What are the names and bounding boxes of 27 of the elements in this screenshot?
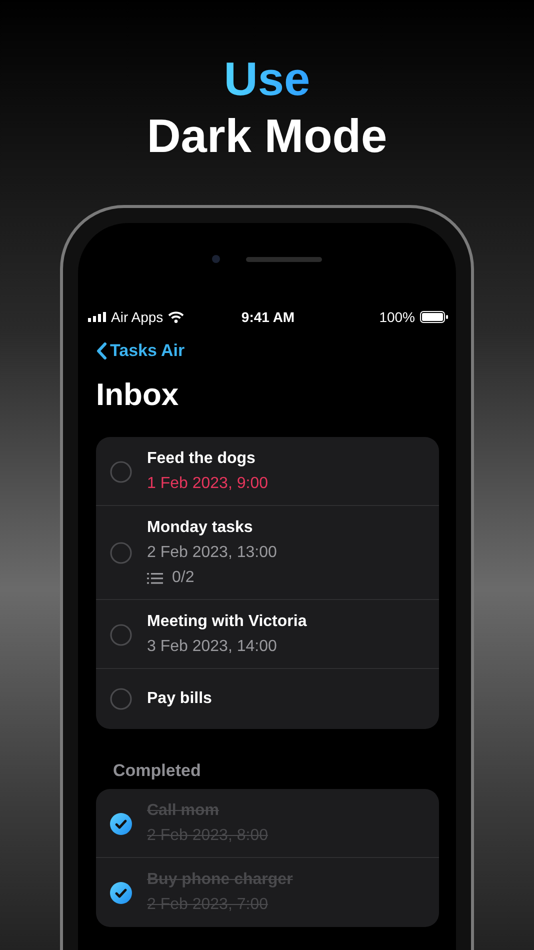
wifi-icon [168,311,184,323]
carrier-name: Air Apps [111,309,164,325]
task-due-date: 2 Feb 2023, 13:00 [147,544,277,562]
page-title: Inbox [96,376,180,414]
headline-title: Dark Mode [146,108,388,164]
back-button[interactable]: Tasks Air [96,341,185,361]
task-title: Pay bills [147,690,212,708]
status-time: 9:41 AM [241,309,295,325]
task-title: Feed the dogs [147,450,256,468]
signal-icon [88,312,106,322]
task-checkbox[interactable] [110,460,132,482]
task-checkbox[interactable] [110,688,132,710]
checklist-count: 0/2 [172,569,194,587]
task-due-date: 1 Feb 2023, 9:00 [147,475,268,493]
checked-checkbox[interactable] [110,882,132,904]
task-checkbox[interactable] [110,542,132,564]
task-checkbox[interactable] [110,624,132,646]
checklist-icon [147,572,163,584]
chevron-left-icon [96,342,107,360]
camera-icon [212,255,220,263]
checked-checkbox[interactable] [110,812,132,834]
section-heading: Completed [113,761,202,781]
task-due-date: 3 Feb 2023, 14:00 [147,638,278,656]
battery-icon [420,311,448,323]
task-title: Meeting with Victoria [147,613,307,631]
task-title: Monday tasks [147,519,254,537]
battery-percent: 100% [379,309,416,325]
